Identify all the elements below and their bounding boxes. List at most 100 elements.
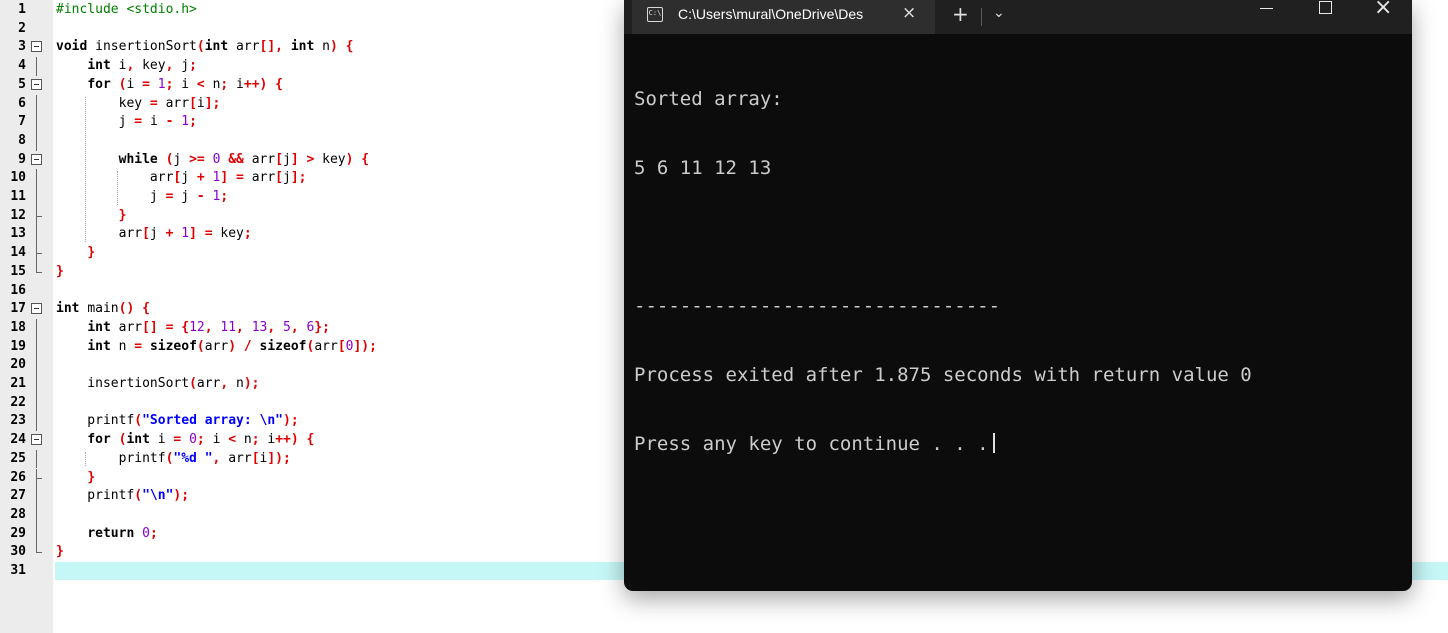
code-token: n — [243, 432, 252, 448]
code-token: , — [212, 450, 229, 466]
new-tab-button[interactable]: + — [952, 2, 969, 26]
code-token: , — [236, 319, 252, 335]
code-token: for — [87, 432, 119, 448]
code-token: ); — [243, 376, 260, 391]
code-token: arr — [251, 151, 276, 167]
code-token: && — [228, 151, 252, 167]
code-token: j — [181, 58, 190, 74]
line-number: 31 — [10, 563, 26, 578]
code-token: main — [87, 301, 119, 317]
fold-toggle-icon[interactable] — [29, 300, 43, 319]
code-token: 1 — [157, 76, 166, 92]
tab-separator — [981, 8, 982, 26]
indent-guide — [116, 171, 118, 205]
fold-line-marker — [29, 393, 43, 413]
code-text: return 0; — [56, 525, 157, 544]
code-token: = — [142, 76, 158, 92]
code-token: ) { — [345, 151, 370, 167]
terminal-window[interactable]: C:\ C:\Users\mural\OneDrive\Des × + ⌄ × … — [624, 0, 1412, 591]
line-number: 8 — [18, 132, 26, 148]
fold-line-marker — [29, 318, 43, 338]
line-number: 17 — [10, 301, 26, 317]
code-token: j — [56, 189, 166, 204]
fold-end-marker — [29, 543, 43, 562]
code-token: = — [173, 432, 190, 448]
fold-toggle-icon[interactable] — [29, 38, 43, 57]
fold-gutter-cell — [29, 562, 43, 581]
code-token: = — [165, 189, 182, 204]
fold-toggle-icon[interactable] — [29, 151, 43, 170]
code-token: arr — [228, 450, 252, 466]
code-token: ) / — [228, 338, 260, 354]
code-token: ( — [196, 39, 205, 55]
code-token: insertionSort — [95, 39, 197, 55]
code-token: j — [173, 151, 190, 167]
code-text: insertionSort(arr, n); — [56, 375, 260, 394]
tab-close-icon[interactable]: × — [902, 3, 916, 23]
code-token: key — [322, 151, 346, 167]
line-number: 9 — [18, 151, 26, 167]
fold-line-marker — [29, 524, 43, 544]
code-token: while — [118, 151, 166, 167]
code-token: 13 — [251, 319, 268, 335]
code-token: "%d " — [173, 450, 213, 466]
terminal-tab[interactable]: C:\ C:\Users\mural\OneDrive\Des × — [632, 0, 935, 34]
line-number: 28 — [10, 506, 26, 522]
code-token: ( — [134, 488, 143, 504]
code-text: printf("\n"); — [56, 487, 189, 506]
console-line: Sorted array: — [634, 88, 783, 110]
code-token: ; — [189, 58, 197, 74]
fold-inner-marker — [29, 468, 43, 488]
fold-end-marker — [29, 262, 43, 282]
code-token: [ — [189, 95, 197, 111]
line-number: 14 — [10, 245, 26, 261]
line-number: 23 — [10, 413, 26, 429]
console-line: Process exited after 1.875 seconds with … — [634, 364, 1252, 386]
line-number: 24 — [10, 432, 26, 448]
terminal-titlebar[interactable]: C:\ C:\Users\mural\OneDrive\Des × + ⌄ × — [624, 0, 1412, 34]
code-token: , — [126, 58, 143, 74]
line-number: 29 — [10, 525, 26, 541]
maximize-button[interactable] — [1319, 1, 1332, 14]
code-token: arr — [236, 39, 260, 55]
code-token: ]); — [267, 450, 291, 466]
indent-guide — [85, 451, 87, 467]
code-token: arr — [314, 338, 338, 354]
code-token: i — [181, 76, 197, 92]
code-text: key = arr[i]; — [56, 95, 221, 114]
code-token: int — [87, 319, 119, 335]
console-output[interactable]: Sorted array: 5 6 11 12 13 -------------… — [634, 42, 1252, 502]
code-text: } — [56, 263, 64, 282]
close-window-button[interactable]: × — [1374, 0, 1392, 20]
fold-line-marker — [29, 412, 43, 432]
code-token: ; — [220, 189, 229, 204]
code-token: i — [212, 432, 229, 448]
minimize-button[interactable] — [1260, 0, 1274, 34]
code-token: } — [56, 263, 64, 279]
code-token: insertionSort — [56, 376, 190, 391]
code-token: 5 — [283, 319, 291, 335]
line-number: 30 — [10, 544, 26, 560]
code-text: printf("%d ", arr[i]); — [56, 450, 291, 469]
code-token: j — [149, 226, 166, 242]
fold-toggle-icon[interactable] — [29, 431, 43, 450]
code-text: arr[j + 1] = arr[j]; — [56, 169, 307, 188]
line-number: 20 — [10, 357, 26, 373]
code-token: [ — [142, 226, 150, 242]
code-token: arr — [56, 170, 174, 186]
code-token: arr — [165, 95, 190, 111]
fold-line-marker — [29, 225, 43, 245]
code-token: } — [56, 544, 64, 560]
code-token: int — [87, 338, 119, 354]
code-token: } — [87, 245, 96, 261]
chevron-down-icon[interactable]: ⌄ — [993, 5, 1005, 21]
fold-toggle-icon[interactable] — [29, 76, 43, 95]
code-token: arr — [196, 376, 221, 391]
fold-line-marker — [29, 188, 43, 207]
code-token: , — [220, 376, 237, 391]
fold-line-marker — [29, 131, 43, 151]
